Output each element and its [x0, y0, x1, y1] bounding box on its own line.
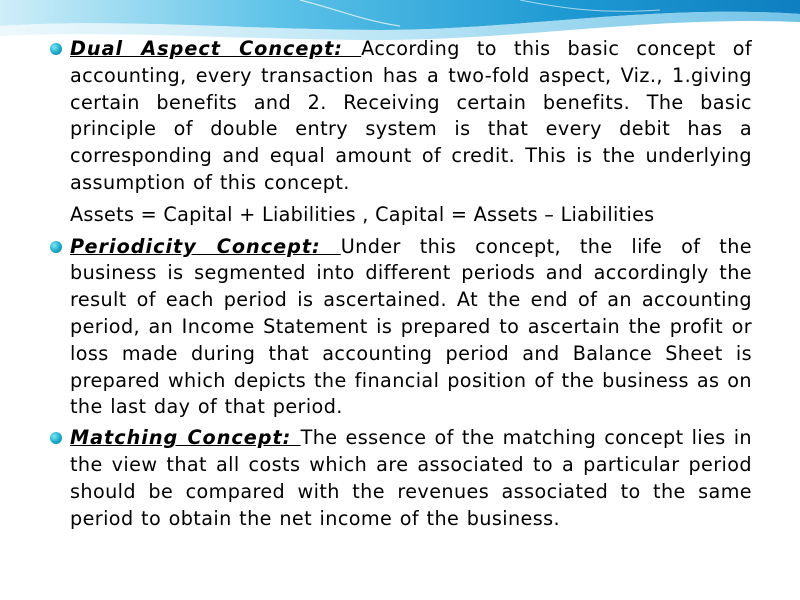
bullet-dot-icon	[50, 240, 62, 253]
bullet-dot-icon	[50, 43, 62, 55]
bullet-matching: Matching Concept: The essence of the mat…	[0, 425, 800, 532]
accounting-equation: Assets = Capital + Liabilities , Capital…	[70, 202, 655, 226]
slide-content: Dual Aspect Concept: According to this b…	[0, 36, 800, 532]
term-dual-aspect: Dual Aspect Concept:	[70, 37, 362, 60]
bullet-dual-aspect: Dual Aspect Concept: According to this b…	[0, 36, 800, 197]
term-matching: Matching Concept:	[70, 426, 301, 450]
desc-periodicity: Under this concept, the life of the busi…	[70, 234, 752, 419]
bullet-periodicity: Periodicity Concept: Under this concept,…	[0, 234, 800, 422]
bullet-dot-icon	[50, 432, 62, 445]
desc-dual-aspect: According to this basic concept of accou…	[70, 37, 752, 194]
term-periodicity: Periodicity Concept:	[70, 234, 341, 258]
